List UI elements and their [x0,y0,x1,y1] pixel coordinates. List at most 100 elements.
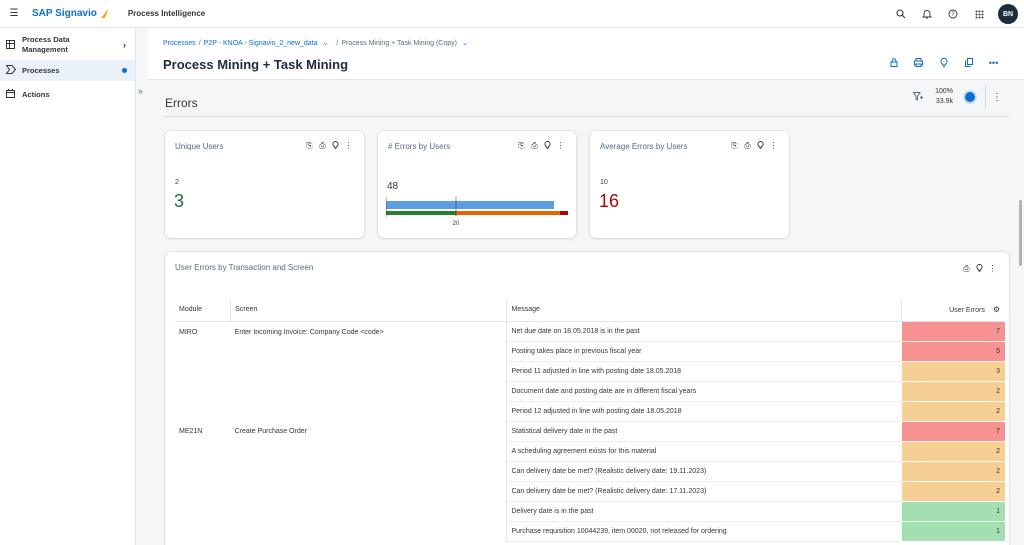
column-header-label: User Errors [949,307,985,315]
cell-screen: Create Purchase Order [234,428,308,435]
breadcrumb-process[interactable]: P2P - KNOA - Signavio_2_new_data [204,40,318,47]
cell-message: Can delivery date be met? (Realistic del… [506,461,902,482]
status-indicator[interactable] [963,90,977,104]
column-header-user-errors[interactable]: User Errors ⚙ [901,299,1005,322]
breadcrumb-current: Process Mining + Task Mining (Copy) [341,39,457,47]
more-vertical-icon[interactable]: ⋮ [992,92,1002,103]
apps-grid-icon[interactable] [966,3,992,25]
bell-icon[interactable] [914,3,940,25]
copy-icon[interactable] [956,58,981,69]
column-header-screen[interactable]: Screen [230,299,507,322]
bullet-chart: 20 [386,197,568,227]
more-vertical-icon[interactable]: ⋮ [986,264,999,274]
breadcrumb-processes[interactable]: Processes [163,40,196,47]
logo-text: SAP Signavio [32,8,97,19]
column-header-module[interactable]: Module [175,299,231,322]
page-scrollbar[interactable] [1019,200,1022,266]
cell-user-errors: 7 [901,421,1005,442]
filter-add-icon[interactable] [912,91,924,103]
sidebar-item-actions[interactable]: Actions [0,81,135,107]
menu-icon[interactable]: ☰ [2,8,26,19]
cell-message: Period 11 adjusted in line with posting … [506,361,902,382]
cell-user-errors: 2 [901,401,1005,422]
export-icon[interactable]: ⎘ [303,141,316,151]
card-user-errors-table: User Errors by Transaction and Screen ⎙ … [165,252,1009,545]
cell-message: Posting takes place in previous fiscal y… [506,341,902,362]
print-icon[interactable]: ⎙ [316,141,329,151]
lightbulb-icon[interactable] [541,141,554,151]
card-title: Average Errors by Users [600,142,688,151]
lightbulb-icon[interactable] [931,57,956,69]
table-row[interactable]: MIRO Enter Incoming Invoice: Company Code… [175,321,1005,342]
lightbulb-icon[interactable] [973,264,986,274]
expand-panel-icon[interactable]: » [138,86,143,96]
main-content: Errors 100% 33.9k ⋮ Unique Users ⎘ ⎙ ⋮ 2… [148,80,1016,545]
card-title: Unique Users [175,142,224,151]
tick-label: 20 [453,221,460,227]
cell-message: Document date and posting date are in di… [506,381,902,402]
more-vertical-icon[interactable]: ⋮ [554,141,567,151]
table-icon [6,39,18,51]
active-indicator [122,68,127,73]
column-header-message[interactable]: Message [506,299,902,322]
cell-message: Statistical delivery date in the past [506,421,902,442]
sidebar-item-process-data-management[interactable]: Process Data Management › [0,30,135,60]
process-icon [5,65,18,76]
card-unique-users: Unique Users ⎘ ⎙ ⋮ 2 3 [165,131,364,238]
case-count: 33.9k [935,98,953,105]
svg-text:?: ? [951,11,954,18]
cell-module: ME21N [179,428,203,435]
sidebar-item-label: Actions [22,89,50,99]
chevron-down-icon[interactable]: ⌄ [323,39,329,47]
cell-module: MIRO [179,328,198,336]
shell-bar: ☰ SAP Signavio Process Intelligence ? BN [0,0,1024,28]
export-icon[interactable]: ⎘ [515,141,528,151]
calendar-icon [6,88,18,100]
cell-user-errors: 7 [901,321,1005,342]
cell-message: Can delivery date be met? (Realistic del… [506,481,902,502]
kpi-previous: 10 [600,179,608,186]
table-row[interactable]: ME21N Create Purchase Order Statistical de… [175,421,1005,442]
cell-user-errors: 2 [901,461,1005,482]
print-icon[interactable]: ⎙ [960,264,973,274]
lightbulb-icon[interactable] [754,141,767,151]
table-header-row: Module Screen Message User Errors ⚙ [175,299,1005,322]
settings-icon[interactable]: ⚙ [993,305,1000,314]
lightbulb-icon[interactable] [329,141,342,151]
product-name: Process Intelligence [127,9,206,18]
cell-user-errors: 3 [901,361,1005,382]
side-navigation: Process Data Management › Processes Acti… [0,28,136,545]
avatar[interactable]: BN [998,4,1018,24]
print-icon[interactable] [906,58,931,69]
kpi-value: 48 [387,181,399,192]
more-vertical-icon[interactable]: ⋮ [767,141,780,151]
kpi-value: 3 [174,191,185,211]
print-icon[interactable]: ⎙ [741,141,754,151]
card-title: # Errors by Users [388,142,451,151]
export-icon[interactable]: ⎘ [728,141,741,151]
cell-message: Period 12 adjusted in line with posting … [506,401,902,422]
help-icon[interactable]: ? [940,3,966,25]
chevron-down-icon[interactable]: ⌄ [462,39,468,47]
cell-user-errors: 5 [901,341,1005,362]
cell-message: Purchase requisition 10044239, item 0002… [506,521,902,542]
breadcrumb: Processes / P2P - KNOA - Signavio_2_new_… [163,39,468,48]
cell-user-errors: 2 [901,381,1005,402]
kpi-previous: 2 [175,179,179,186]
card-errors-by-users: # Errors by Users ⎘ ⎙ ⋮ 48 20 [378,131,576,238]
page-header: Processes / P2P - KNOA - Signavio_2_new_… [148,28,1024,80]
sidebar-item-processes[interactable]: Processes [0,60,135,81]
errors-table: Module Screen Message User Errors ⚙ MIRO… [175,299,1005,542]
lock-icon[interactable] [881,58,906,69]
more-vertical-icon[interactable]: ⋮ [342,141,355,151]
more-options-icon[interactable]: ••• [981,58,1006,69]
range-critical [560,211,568,215]
search-icon[interactable] [888,3,914,25]
range-warning [456,211,560,215]
cell-message: Delivery date is in the past [506,501,902,522]
card-title: User Errors by Transaction and Screen [175,263,314,272]
logo[interactable]: SAP Signavio [32,8,110,19]
zoom-level: 100% [935,88,953,95]
page-title: Process Mining + Task Mining [163,57,349,72]
print-icon[interactable]: ⎙ [528,141,541,151]
